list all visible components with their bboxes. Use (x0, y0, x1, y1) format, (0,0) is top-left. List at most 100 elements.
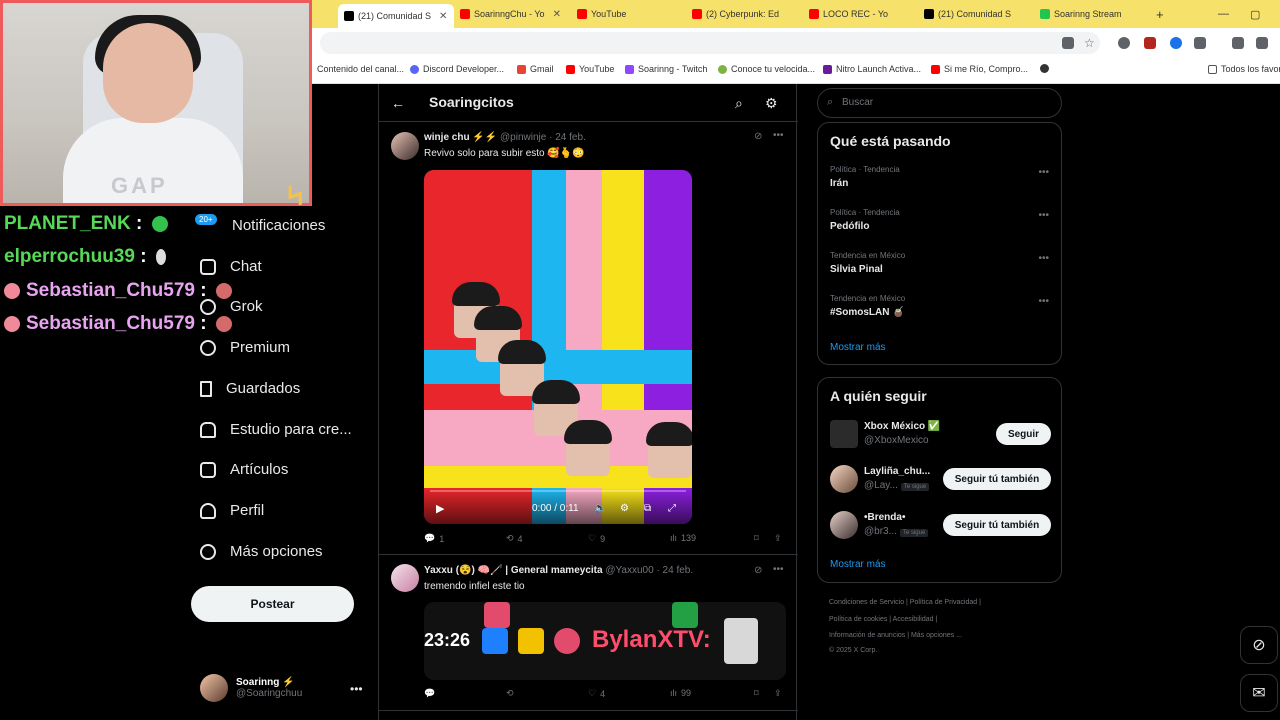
menu-icon[interactable] (1256, 37, 1268, 49)
follow-back-button[interactable]: Seguir tú también (943, 468, 1051, 490)
reply-button[interactable]: 💬 1 (424, 533, 444, 544)
tab-youtube[interactable]: YouTube (577, 4, 685, 24)
nav-perfil[interactable]: Perfil (200, 502, 264, 519)
search-input[interactable]: ⌕ Buscar (817, 88, 1062, 118)
share-button[interactable]: ⇪ (774, 533, 782, 544)
media-control-icon[interactable] (1232, 37, 1244, 49)
avatar[interactable] (391, 564, 419, 592)
bookmark-button[interactable]: ⌑ (754, 533, 759, 544)
close-tab-icon[interactable]: ✕ (439, 11, 447, 22)
badge-icon (4, 282, 20, 299)
nav-mas-opciones[interactable]: Más opciones (200, 543, 323, 560)
share-button[interactable]: ⇪ (774, 688, 782, 699)
messages-button[interactable]: ✉ (1240, 674, 1278, 712)
footer-links[interactable]: Información de anuncios | Más opciones .… (829, 632, 962, 639)
show-more-trends-link[interactable]: Mostrar más (830, 342, 886, 353)
emote-image (554, 628, 580, 654)
address-bar[interactable] (320, 32, 1100, 54)
video-progress[interactable] (430, 490, 686, 492)
follow-suggestion[interactable]: •Brenda• @br3... Te sigue Seguir tú tambi… (830, 511, 1052, 541)
bookmark-si-me-rio[interactable]: Si me Río, Compro... (931, 64, 1028, 74)
bookmark-discord[interactable]: Discord Developer... (410, 64, 504, 74)
grok-button[interactable]: ⊘ (1240, 626, 1278, 664)
trend-item[interactable]: Irán (830, 178, 848, 189)
new-tab-button[interactable]: + (1156, 4, 1170, 24)
account-switcher[interactable]: Soarinng ⚡ @Soaringchuu (200, 674, 302, 702)
more-dots-icon[interactable]: ••• (1038, 253, 1049, 264)
follow-button[interactable]: Seguir (996, 423, 1051, 445)
tweet-image[interactable]: 23:26 BylanXTV: (424, 602, 786, 680)
avatar[interactable] (391, 132, 419, 160)
back-arrow-icon[interactable]: ← (391, 95, 405, 111)
views-button[interactable]: ılı 99 (670, 688, 691, 698)
tab-soarinngchu[interactable]: SoarinngChu - Yo ✕ (460, 4, 570, 24)
trend-item[interactable]: Pedófilo (830, 221, 869, 232)
nav-guardados[interactable]: Guardados (200, 380, 300, 397)
bookmark-gmail[interactable]: Gmail (517, 64, 554, 74)
tab-comunidad-2[interactable]: (21) Comunidad S (924, 4, 1032, 24)
bookmark-contenido[interactable]: Contenido del canal... (317, 64, 404, 74)
bookmark-icon (200, 380, 212, 397)
more-dots-icon[interactable]: ••• (773, 130, 784, 141)
settings-icon[interactable]: ⚙ (620, 503, 629, 514)
nav-estudio[interactable]: Estudio para cre... (200, 421, 352, 438)
pip-icon[interactable]: ⧉ (644, 503, 651, 514)
like-button[interactable]: ♡ 9 (588, 533, 605, 544)
extension-icon[interactable] (1170, 37, 1182, 49)
follow-suggestion[interactable]: Xbox México ✅ @XboxMexico Seguir (830, 420, 1052, 450)
chat-timestamp: 23:26 (424, 630, 471, 650)
footer-links[interactable]: Política de cookies | Accesibilidad | (829, 616, 937, 623)
trend-item[interactable]: #SomosLAN 🧉 (830, 307, 905, 318)
tab-loco-rec[interactable]: LOCO REC - Yo (809, 4, 917, 24)
bookmark-twitch[interactable]: Soarinng - Twitch (625, 64, 707, 74)
more-dots-icon[interactable]: ••• (1038, 210, 1049, 221)
restore-window-icon[interactable]: ▢ (1250, 4, 1264, 24)
follow-title: A quién seguir (830, 388, 927, 404)
nav-premium[interactable]: Premium (200, 339, 290, 356)
play-icon[interactable]: ▶ (436, 502, 444, 515)
like-button[interactable]: ♡ 4 (588, 688, 605, 699)
more-dots-icon[interactable]: ••• (773, 564, 784, 575)
more-dots-icon[interactable]: ••• (350, 682, 363, 696)
emote-image (484, 602, 510, 628)
fullscreen-icon[interactable]: ⤢ (668, 503, 676, 514)
volume-icon[interactable]: 🔈 (594, 503, 606, 514)
footer-links[interactable]: Condiciones de Servicio | Política de Pr… (829, 599, 981, 606)
tab-comunidad-active[interactable]: (21) Comunidad S ✕ (338, 4, 454, 28)
bookmark-youtube[interactable]: YouTube (566, 64, 614, 74)
extension-icon[interactable] (1118, 37, 1130, 49)
tab-soarinng-stream[interactable]: Soarinng Stream (1040, 4, 1152, 24)
repost-button[interactable]: ⟲ (506, 688, 514, 699)
bookmark-button[interactable]: ⌑ (754, 688, 759, 699)
video-player[interactable]: ▶ 0:00 / 0:11 🔈 ⚙ ⧉ ⤢ (424, 170, 692, 524)
gear-icon[interactable]: ⚙ (765, 95, 778, 112)
nav-notificaciones[interactable]: Notificaciones (232, 217, 325, 234)
bookmark-globe[interactable] (1040, 64, 1049, 73)
nav-articulos[interactable]: Artículos (200, 461, 288, 478)
extensions-puzzle-icon[interactable] (1194, 37, 1206, 49)
repost-button[interactable]: ⟲ 4 (506, 533, 523, 544)
extension-icon[interactable] (1144, 37, 1156, 49)
bookmark-star-icon[interactable]: ☆ (1084, 37, 1096, 49)
show-more-follows-link[interactable]: Mostrar más (830, 559, 886, 570)
follow-suggestion[interactable]: Layliña_chu... @Lay... Te sigue Seguir tú… (830, 465, 1052, 495)
views-button[interactable]: ılı 139 (670, 533, 696, 543)
nav-chat[interactable]: Chat (200, 258, 262, 275)
search-icon[interactable]: ⌕ (735, 95, 743, 112)
bookmark-speedtest[interactable]: Conoce tu velocida... (718, 64, 815, 74)
more-dots-icon[interactable]: ••• (1038, 167, 1049, 178)
more-dots-icon[interactable]: ••• (1038, 296, 1049, 307)
reply-button[interactable]: 💬 (424, 688, 435, 699)
post-button[interactable]: Postear (191, 586, 354, 622)
tab-cyberpunk[interactable]: (2) Cyberpunk: Ed (692, 4, 802, 24)
nav-grok[interactable]: Grok (200, 298, 263, 315)
install-app-icon[interactable] (1062, 37, 1074, 49)
grok-icon[interactable]: ⊘ (754, 565, 762, 576)
follow-back-button[interactable]: Seguir tú también (943, 514, 1051, 536)
minimize-window-icon[interactable]: — (1218, 4, 1232, 24)
trend-item[interactable]: Silvia Pinal (830, 264, 883, 275)
all-bookmarks-folder[interactable]: Todos los favor (1208, 64, 1280, 74)
grok-icon[interactable]: ⊘ (754, 131, 762, 142)
close-tab-icon[interactable]: ✕ (553, 9, 561, 20)
bookmark-nitro[interactable]: Nitro Launch Activa... (823, 64, 921, 74)
